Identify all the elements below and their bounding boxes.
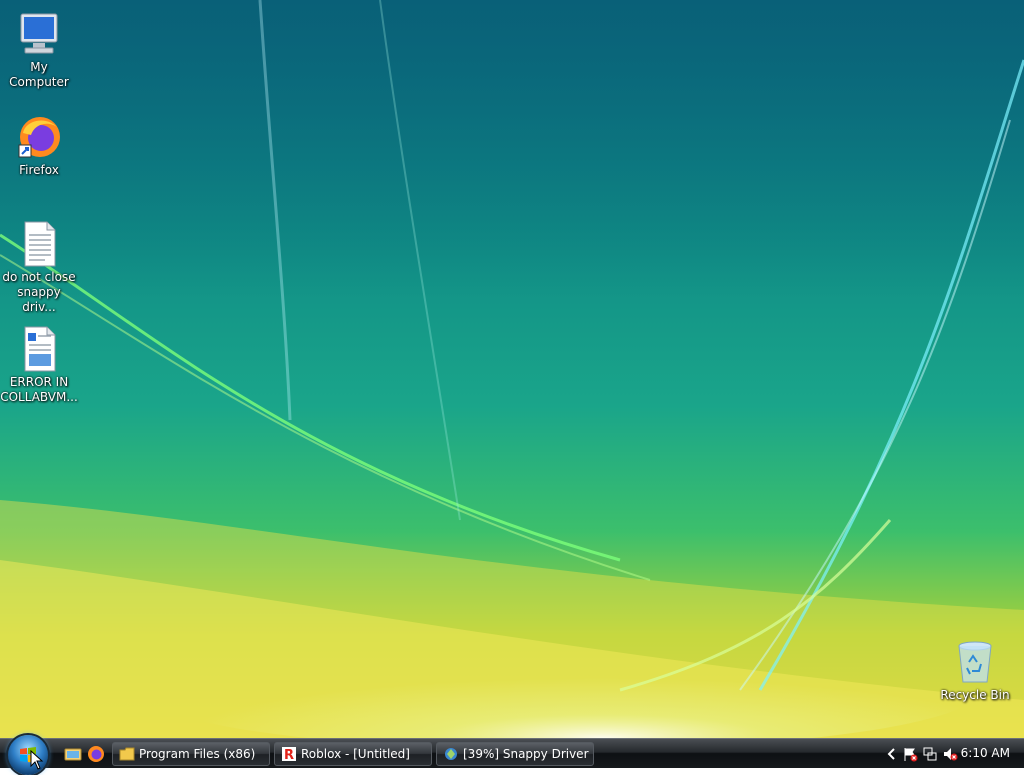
desktop-icon-label: My Computer bbox=[9, 60, 69, 89]
desktop-icon-my-computer[interactable]: My Computer bbox=[0, 10, 78, 90]
svg-text:R: R bbox=[284, 748, 294, 762]
action-center-flag-icon[interactable] bbox=[902, 746, 918, 762]
computer-icon bbox=[15, 10, 63, 58]
text-file-icon bbox=[15, 220, 63, 268]
document-icon bbox=[15, 325, 63, 373]
desktop-icon-label: Recycle Bin bbox=[940, 688, 1010, 702]
taskbar-button-program-files[interactable]: Program Files (x86) bbox=[112, 742, 270, 766]
volume-muted-icon[interactable] bbox=[942, 746, 958, 762]
roblox-icon: R bbox=[282, 747, 296, 762]
firefox-icon bbox=[15, 113, 63, 161]
taskbar-button-snappy-driver[interactable]: [39%] Snappy Driver I... bbox=[436, 742, 594, 766]
desktop-icon-label: Firefox bbox=[19, 163, 59, 177]
recycle-bin-icon bbox=[951, 638, 999, 686]
firefox-icon[interactable] bbox=[87, 745, 105, 763]
show-hidden-icons-chevron[interactable] bbox=[884, 746, 900, 762]
wallpaper bbox=[0, 0, 1024, 738]
taskbar[interactable]: Program Files (x86) R Roblox - [Untitled… bbox=[0, 735, 1024, 775]
clock[interactable]: 6:10 AM bbox=[961, 739, 1010, 768]
desktop-icon-text-file[interactable]: do not close snappy driv... bbox=[0, 220, 78, 315]
network-icon[interactable] bbox=[922, 746, 938, 762]
desktop-icon-recycle-bin[interactable]: Recycle Bin bbox=[936, 638, 1014, 703]
taskbar-button-label: Roblox - [Untitled] bbox=[301, 747, 410, 761]
show-desktop-icon[interactable] bbox=[64, 745, 82, 763]
desktop-icon-label: do not close snappy driv... bbox=[2, 270, 76, 314]
taskbar-button-roblox[interactable]: R Roblox - [Untitled] bbox=[274, 742, 432, 766]
system-tray: 6:10 AM bbox=[874, 739, 1024, 769]
taskbar-button-label: Program Files (x86) bbox=[139, 747, 256, 761]
taskbar-button-label: [39%] Snappy Driver I... bbox=[463, 747, 594, 761]
desktop[interactable]: My Computer Firefox do not close snappy … bbox=[0, 0, 1024, 738]
mouse-cursor-icon bbox=[30, 750, 44, 770]
desktop-icon-document[interactable]: ERROR IN COLLABVM... bbox=[0, 325, 78, 405]
snappy-driver-icon bbox=[445, 748, 457, 760]
desktop-icon-label: ERROR IN COLLABVM... bbox=[0, 375, 78, 404]
folder-icon bbox=[119, 747, 135, 761]
desktop-icon-firefox[interactable]: Firefox bbox=[0, 113, 78, 178]
